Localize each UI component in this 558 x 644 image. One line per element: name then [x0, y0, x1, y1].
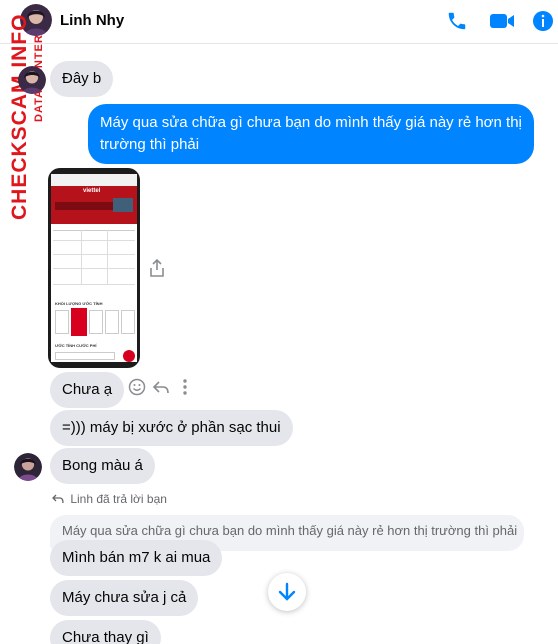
image-attachment[interactable]: viettel KHỐI LƯỢNG ƯỚC TÍNH ƯỚC TÍNH CƯỚ…: [48, 168, 140, 368]
scroll-to-bottom-button[interactable]: [268, 573, 306, 611]
message-bubble[interactable]: Chưa thay gì: [50, 620, 161, 644]
contact-avatar-small[interactable]: [18, 66, 46, 94]
message-bubble[interactable]: Mình bán m7 k ai mua: [50, 540, 223, 576]
watermark-site: CHECKSCAM.INFO: [8, 14, 31, 221]
message-bubble[interactable]: Chưa ạ: [50, 372, 125, 408]
video-call-icon[interactable]: [489, 10, 514, 34]
message-bubble[interactable]: Bong màu á: [50, 448, 155, 484]
message-bubble[interactable]: Đây b: [50, 61, 114, 97]
phone-icon[interactable]: [446, 10, 470, 34]
watermark: CHECKSCAM.INFO DATA CENTER: [4, 6, 54, 226]
chat-header: Linh Nhy: [0, 0, 558, 44]
reply-note: Linh đã trả lời bạn: [52, 492, 167, 506]
arrow-down-icon: [278, 582, 296, 601]
share-icon[interactable]: [148, 258, 166, 278]
screenshot-section-title: KHỐI LƯỢNG ƯỚC TÍNH: [55, 301, 103, 306]
reply-icon[interactable]: [152, 378, 170, 396]
contact-name[interactable]: Linh Nhy: [60, 12, 124, 29]
more-options-icon[interactable]: [180, 378, 190, 396]
viettel-logo-text: viettel: [83, 188, 101, 194]
contact-avatar-small[interactable]: [14, 453, 42, 481]
sent-message-bubble[interactable]: Máy qua sửa chữa gì chưa bạn do mình thấ…: [88, 104, 534, 164]
screenshot-section-title-2: ƯỚC TÍNH CƯỚC PHÍ: [55, 343, 97, 348]
message-bubble[interactable]: =))) máy bị xước ở phần sạc thui: [50, 410, 293, 446]
reply-arrow-icon: [52, 494, 64, 504]
reply-note-text: Linh đã trả lời bạn: [70, 492, 167, 506]
message-bubble[interactable]: Máy chưa sửa j cả: [50, 580, 199, 616]
viettel-screenshot: viettel KHỐI LƯỢNG ƯỚC TÍNH ƯỚC TÍNH CƯỚ…: [51, 174, 137, 362]
react-emoji-icon[interactable]: [128, 378, 146, 396]
info-icon[interactable]: [532, 10, 556, 34]
